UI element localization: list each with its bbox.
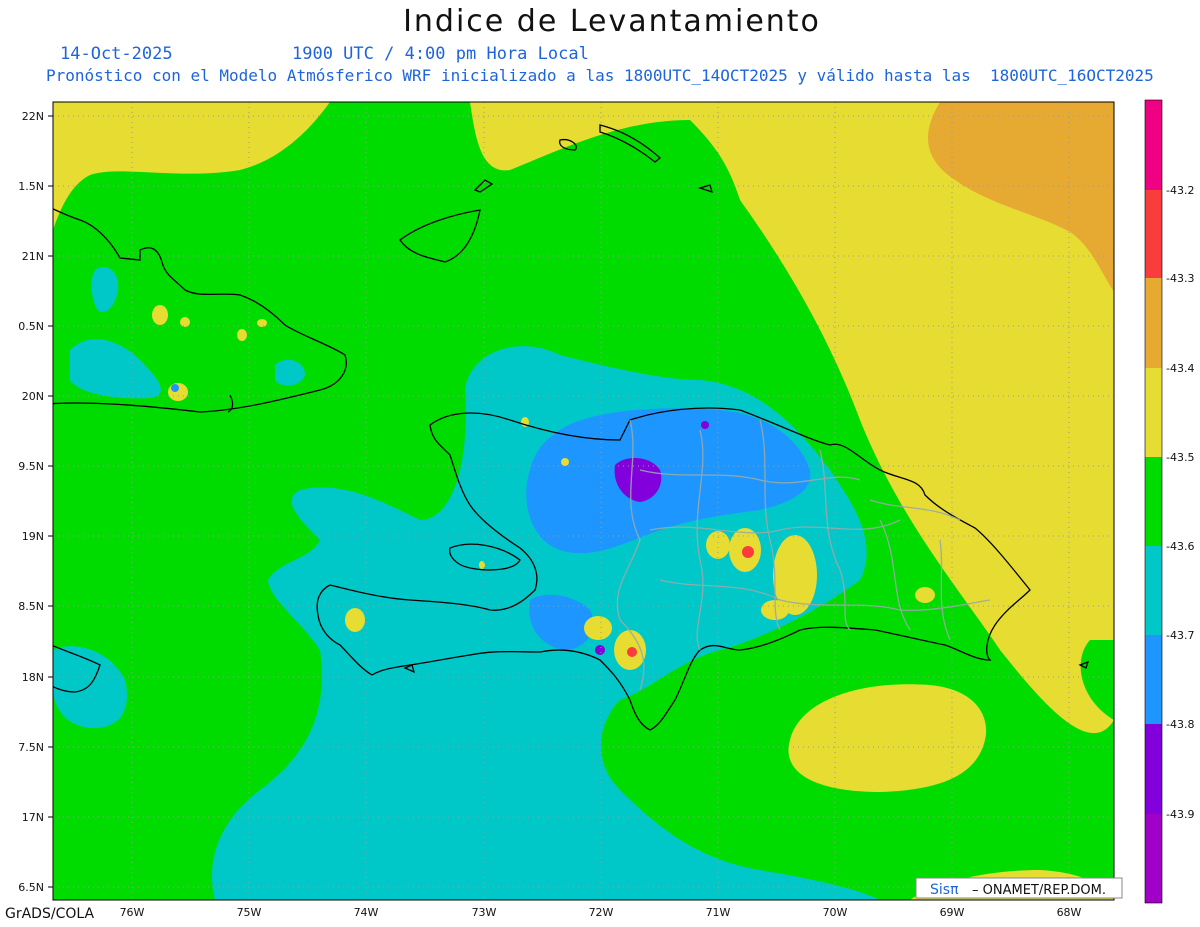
colorbar: -43.2 -43.3 -43.4 -43.5 -43.6 -43.7 -43.… <box>1144 99 1194 904</box>
credit-brand: Sisπ <box>930 882 959 898</box>
lat-label: 17N <box>22 811 44 824</box>
lat-label: 8.5N <box>18 600 44 613</box>
colorbar-swatch <box>1145 724 1162 814</box>
colorbar-swatch <box>1145 100 1162 190</box>
map-panel <box>53 102 1114 900</box>
credit-box: Sisπ – ONAMET/REP.DOM. <box>915 877 1123 899</box>
lon-label: 68W <box>1057 906 1082 919</box>
colorbar-swatch <box>1145 546 1162 635</box>
colorbar-swatch <box>1145 814 1162 903</box>
lon-label: 69W <box>940 906 965 919</box>
lat-label: 19N <box>22 530 44 543</box>
lat-label: 22N <box>22 110 44 123</box>
lon-label: 73W <box>472 906 497 919</box>
lon-label: 74W <box>354 906 379 919</box>
lat-label: 18N <box>22 671 44 684</box>
colorbar-swatch <box>1145 278 1162 368</box>
colorbar-label: -43.6 <box>1166 540 1194 553</box>
colorbar-swatch <box>1145 368 1162 457</box>
lon-label: 70W <box>823 906 848 919</box>
lat-label: 0.5N <box>18 320 44 333</box>
lon-label: 76W <box>120 906 145 919</box>
lon-axis-labels: 76W 75W 74W 73W 72W 71W 70W 69W 68W <box>120 906 1082 919</box>
lat-label: 20N <box>22 390 44 403</box>
lon-label: 71W <box>706 906 731 919</box>
lat-label: 6.5N <box>18 881 44 894</box>
colorbar-swatch <box>1145 190 1162 278</box>
colorbar-label: -43.7 <box>1166 629 1194 642</box>
lon-label: 75W <box>237 906 262 919</box>
lat-label: 21N <box>22 250 44 263</box>
colorbar-label: -43.9 <box>1166 808 1194 821</box>
colorbar-label: -43.3 <box>1166 272 1194 285</box>
lon-label: 72W <box>589 906 614 919</box>
lat-axis-labels: 22N 1.5N 21N 0.5N 20N 9.5N 19N 8.5N 18N … <box>18 110 44 894</box>
map-figure: Sisπ – ONAMET/REP.DOM. 22N 1.5N 21N 0.5N… <box>18 99 1194 919</box>
colorbar-label: -43.5 <box>1166 451 1194 464</box>
grads-footer: GrADS/COLA <box>5 906 95 922</box>
colorbar-swatch <box>1145 457 1162 546</box>
colorbar-label: -43.4 <box>1166 362 1194 375</box>
lat-label: 9.5N <box>18 460 44 473</box>
lat-label: 1.5N <box>18 180 44 193</box>
colorbar-label: -43.2 <box>1166 184 1194 197</box>
colorbar-label: -43.8 <box>1166 718 1194 731</box>
lat-label: 7.5N <box>18 741 44 754</box>
colorbar-swatch <box>1145 635 1162 724</box>
credit-org: – ONAMET/REP.DOM. <box>972 883 1106 898</box>
